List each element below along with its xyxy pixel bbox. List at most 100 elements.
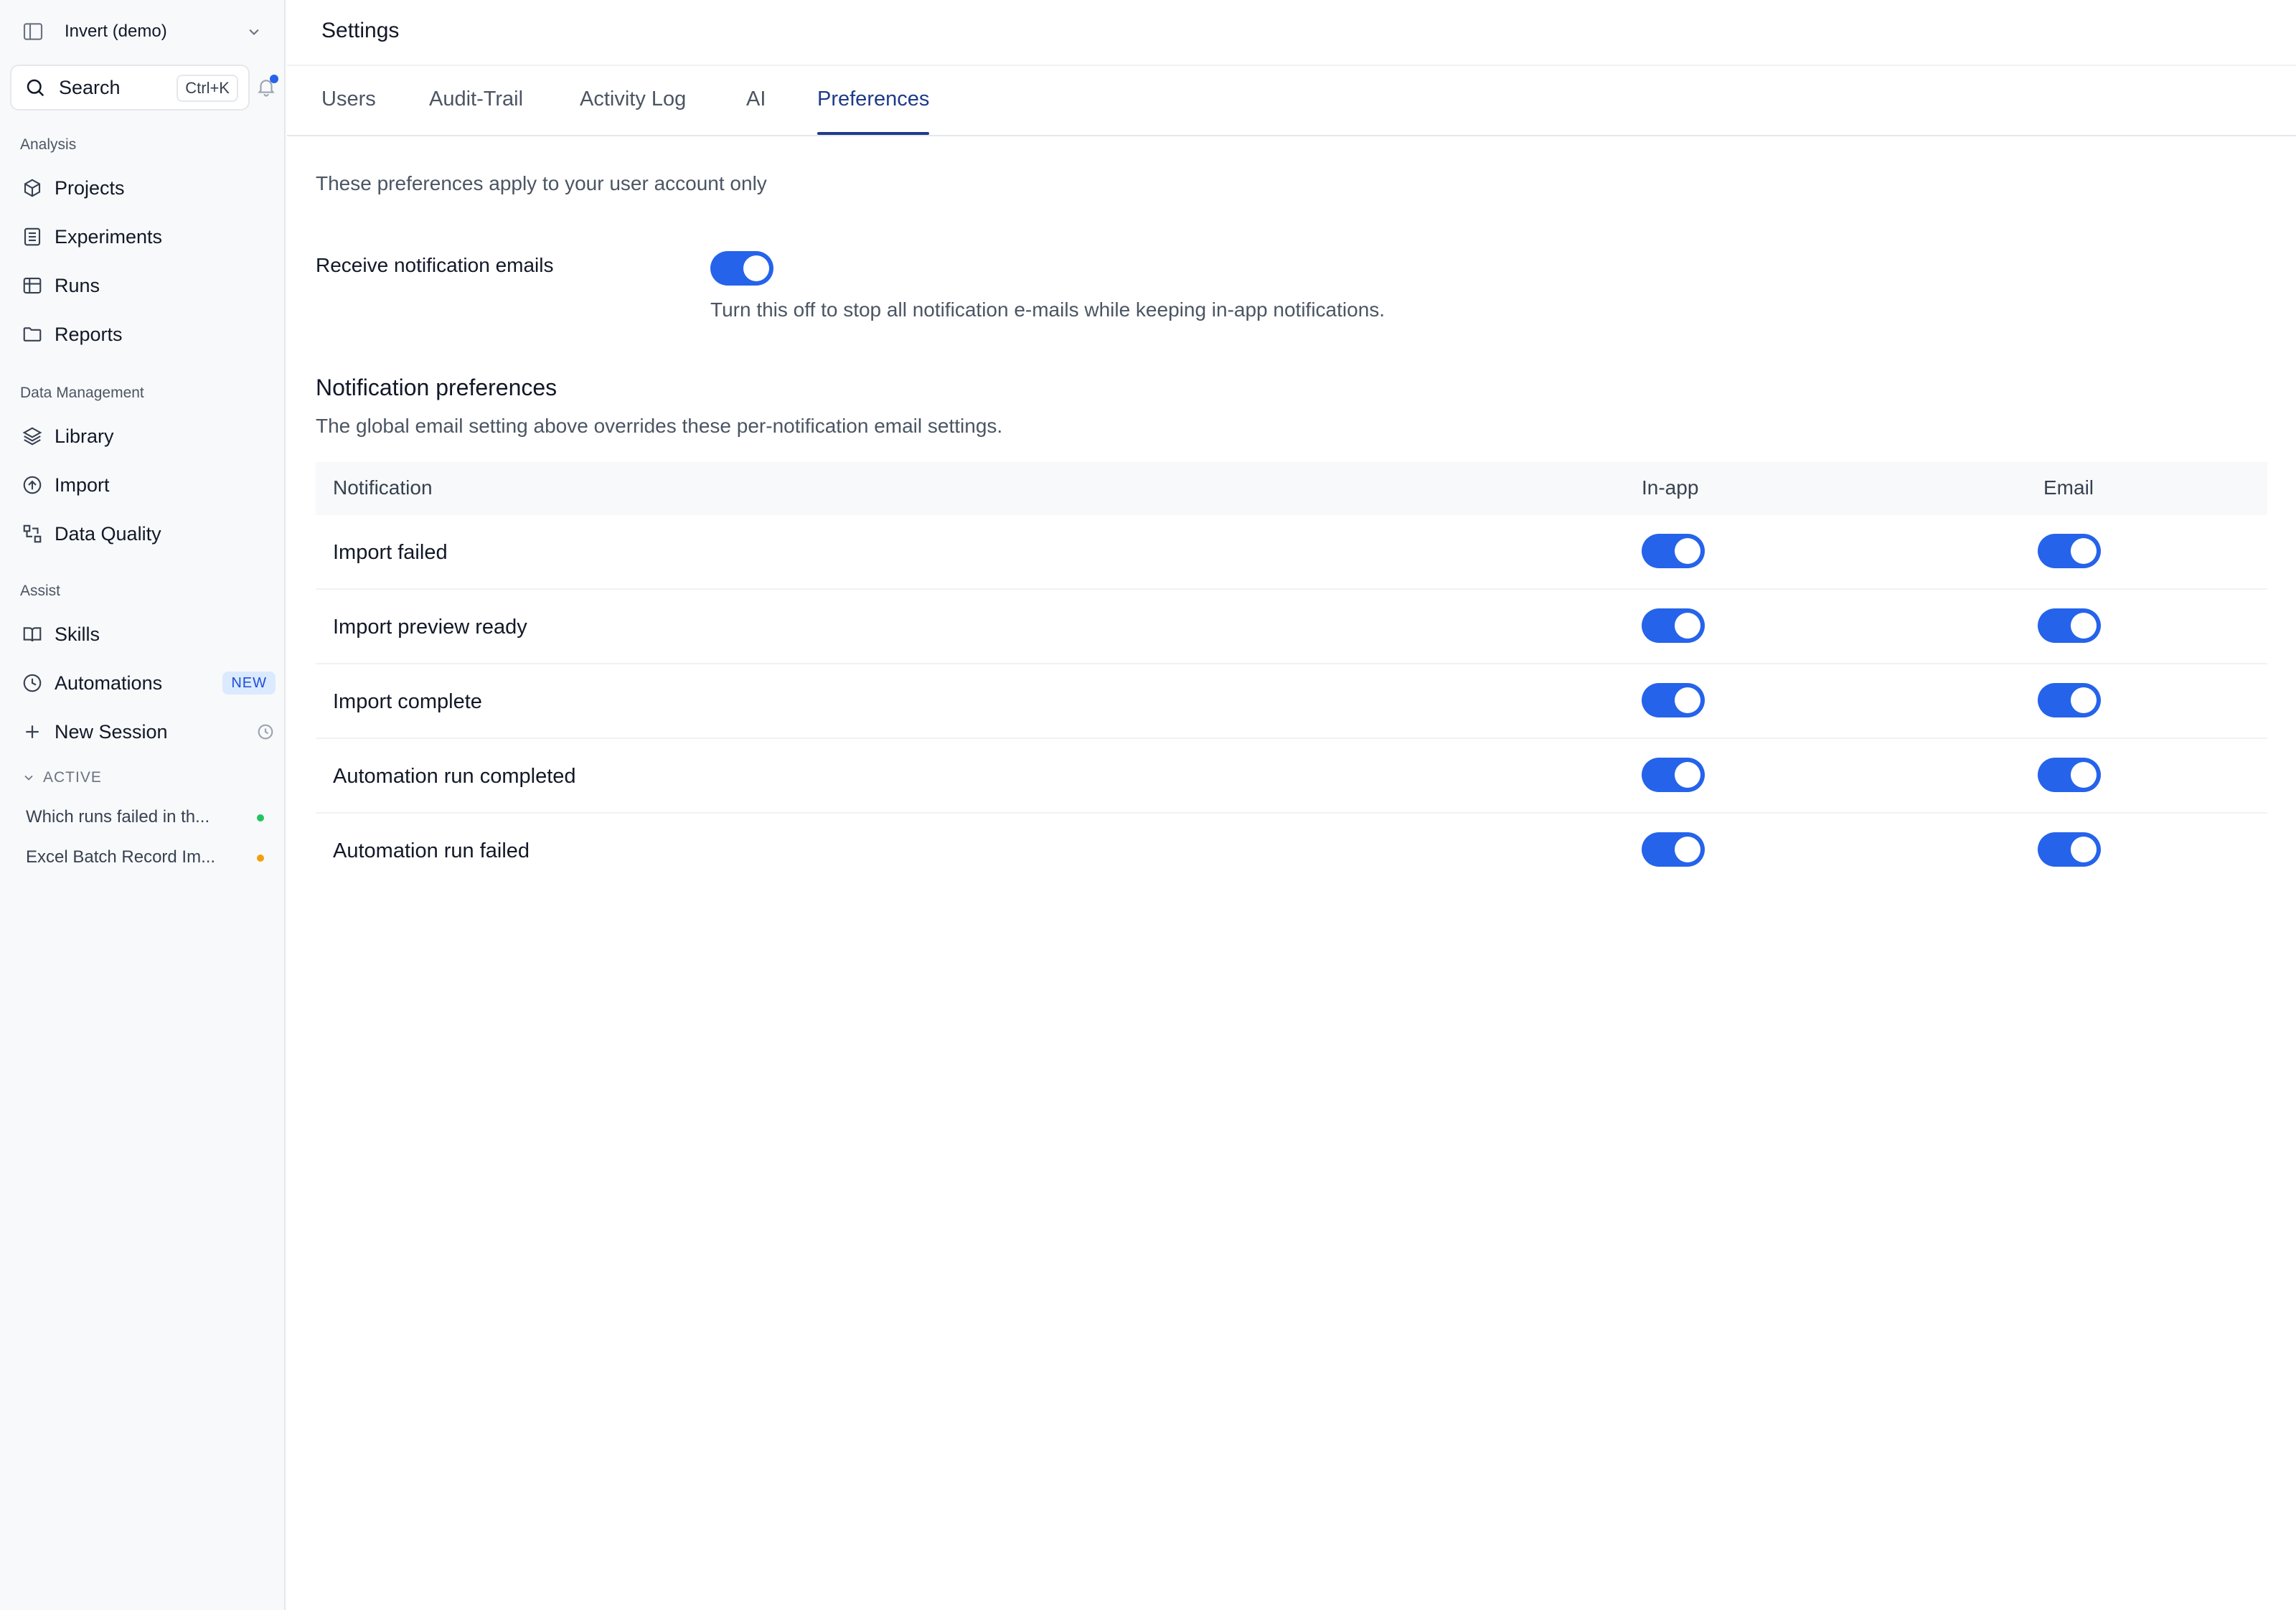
- main-content: Settings Users Audit-Trail Activity Log …: [287, 0, 2296, 1610]
- sidebar: Invert (demo) Search Ctrl+K Analysis Pro…: [0, 0, 286, 1610]
- notification-preferences-title: Notification preferences: [316, 375, 557, 400]
- notification-dot: [270, 75, 278, 83]
- toggle-knob: [2071, 687, 2097, 713]
- upload-icon: [23, 476, 42, 494]
- toggle-knob: [743, 255, 769, 281]
- section-label-data-management: Data Management: [20, 385, 144, 401]
- sidebar-toggle-icon[interactable]: [22, 20, 44, 43]
- notification-preferences-subtitle: The global email setting above overrides…: [316, 415, 1003, 437]
- list-icon: [24, 227, 41, 246]
- table-header: Notification In-app Email: [316, 462, 2267, 515]
- sidebar-item-experiments[interactable]: Experiments: [10, 215, 276, 258]
- toggle-knob: [2071, 613, 2097, 639]
- in-app-toggle[interactable]: [1642, 608, 1705, 643]
- notification-table: Notification In-app Email Import failed …: [316, 462, 2267, 888]
- email-toggle[interactable]: [2038, 534, 2101, 568]
- sidebar-item-label: New Session: [55, 720, 168, 743]
- top-bar: Settings: [287, 0, 2296, 66]
- toggle-knob: [1675, 762, 1700, 788]
- table-row: Automation run completed: [316, 739, 2267, 814]
- session-label: Which runs failed in th...: [26, 807, 210, 827]
- in-app-toggle[interactable]: [1642, 832, 1705, 867]
- notification-name: Automation run completed: [333, 765, 576, 788]
- notification-name: Import complete: [333, 690, 482, 713]
- email-toggle[interactable]: [2038, 832, 2101, 867]
- chevron-down-icon: [24, 775, 33, 781]
- toggle-knob: [1675, 613, 1700, 639]
- book-icon: [23, 627, 42, 642]
- status-dot: [257, 855, 264, 862]
- tab-audit-trail[interactable]: Audit-Trail: [429, 88, 523, 135]
- chevron-down-icon: [249, 29, 259, 35]
- table-row: Automation run failed: [316, 814, 2267, 888]
- table-row: Import preview ready: [316, 590, 2267, 664]
- email-toggle-help: Turn this off to stop all notification e…: [710, 298, 1385, 321]
- table-row: Import failed: [316, 515, 2267, 590]
- toggle-knob: [2071, 762, 2097, 788]
- column-header-notification: Notification: [333, 476, 433, 499]
- sidebar-item-projects[interactable]: Projects: [10, 166, 276, 210]
- section-label-analysis: Analysis: [20, 136, 77, 153]
- search-shortcut: Ctrl+K: [177, 75, 238, 102]
- new-session-button[interactable]: New Session: [10, 710, 276, 753]
- sidebar-item-automations[interactable]: Automations NEW: [10, 662, 276, 705]
- toggle-knob: [2071, 538, 2097, 564]
- sidebar-item-label: Import: [55, 474, 110, 496]
- tab-activity-log[interactable]: Activity Log: [580, 88, 686, 135]
- notification-name: Import failed: [333, 541, 448, 564]
- folder-icon: [23, 327, 42, 342]
- page-title: Settings: [321, 19, 400, 42]
- tab-users[interactable]: Users: [321, 88, 376, 135]
- in-app-toggle[interactable]: [1642, 758, 1705, 792]
- sidebar-item-label: Experiments: [55, 225, 163, 248]
- search-button[interactable]: Search Ctrl+K: [10, 65, 250, 110]
- active-sessions-toggle[interactable]: ACTIVE: [22, 769, 102, 786]
- sidebar-item-runs[interactable]: Runs: [10, 264, 276, 307]
- session-label: Excel Batch Record Im...: [26, 847, 216, 867]
- table-icon: [23, 277, 42, 294]
- history-icon[interactable]: [255, 722, 276, 742]
- email-toggle[interactable]: [2038, 683, 2101, 717]
- active-header-label: ACTIVE: [43, 769, 102, 786]
- tab-preferences[interactable]: Preferences: [817, 88, 930, 135]
- sidebar-item-label: Projects: [55, 176, 125, 199]
- settings-tabs: Users Audit-Trail Activity Log AI Prefer…: [287, 66, 2296, 136]
- sidebar-item-label: Data Quality: [55, 522, 161, 545]
- in-app-toggle[interactable]: [1642, 683, 1705, 717]
- email-toggle-label: Receive notification emails: [316, 254, 554, 276]
- clock-icon: [23, 674, 42, 692]
- status-dot: [257, 814, 264, 822]
- session-item[interactable]: Which runs failed in th...: [26, 799, 277, 835]
- email-toggle[interactable]: [2038, 758, 2101, 792]
- new-badge: NEW: [222, 672, 276, 695]
- in-app-toggle[interactable]: [1642, 534, 1705, 568]
- plus-icon: [26, 725, 39, 738]
- toggle-knob: [1675, 687, 1700, 713]
- workspace-switcher[interactable]: Invert (demo): [14, 11, 273, 52]
- section-label-assist: Assist: [20, 583, 61, 599]
- sidebar-item-label: Runs: [55, 274, 100, 296]
- email-notifications-toggle[interactable]: [710, 251, 773, 286]
- sidebar-item-label: Skills: [55, 623, 100, 645]
- email-toggle[interactable]: [2038, 608, 2101, 643]
- sidebar-item-library[interactable]: Library: [10, 415, 276, 458]
- search-icon: [27, 79, 44, 97]
- preferences-intro: These preferences apply to your user acc…: [316, 172, 767, 194]
- column-header-email: Email: [2043, 476, 2094, 499]
- notification-name: Automation run failed: [333, 839, 530, 862]
- sidebar-item-skills[interactable]: Skills: [10, 613, 276, 656]
- session-item[interactable]: Excel Batch Record Im...: [26, 839, 277, 875]
- notification-name: Import preview ready: [333, 616, 527, 639]
- sidebar-item-reports[interactable]: Reports: [10, 313, 276, 356]
- tab-ai[interactable]: AI: [746, 88, 766, 135]
- sidebar-item-data-quality[interactable]: Data Quality: [10, 512, 276, 555]
- workspace-name: Invert (demo): [65, 22, 167, 41]
- table-row: Import complete: [316, 664, 2267, 739]
- sidebar-item-import[interactable]: Import: [10, 463, 276, 507]
- sidebar-item-label: Reports: [55, 323, 123, 345]
- search-label: Search: [59, 76, 121, 98]
- layers-icon: [22, 427, 42, 446]
- toggle-knob: [1675, 538, 1700, 564]
- toggle-knob: [1675, 837, 1700, 862]
- notifications-button[interactable]: [255, 75, 278, 99]
